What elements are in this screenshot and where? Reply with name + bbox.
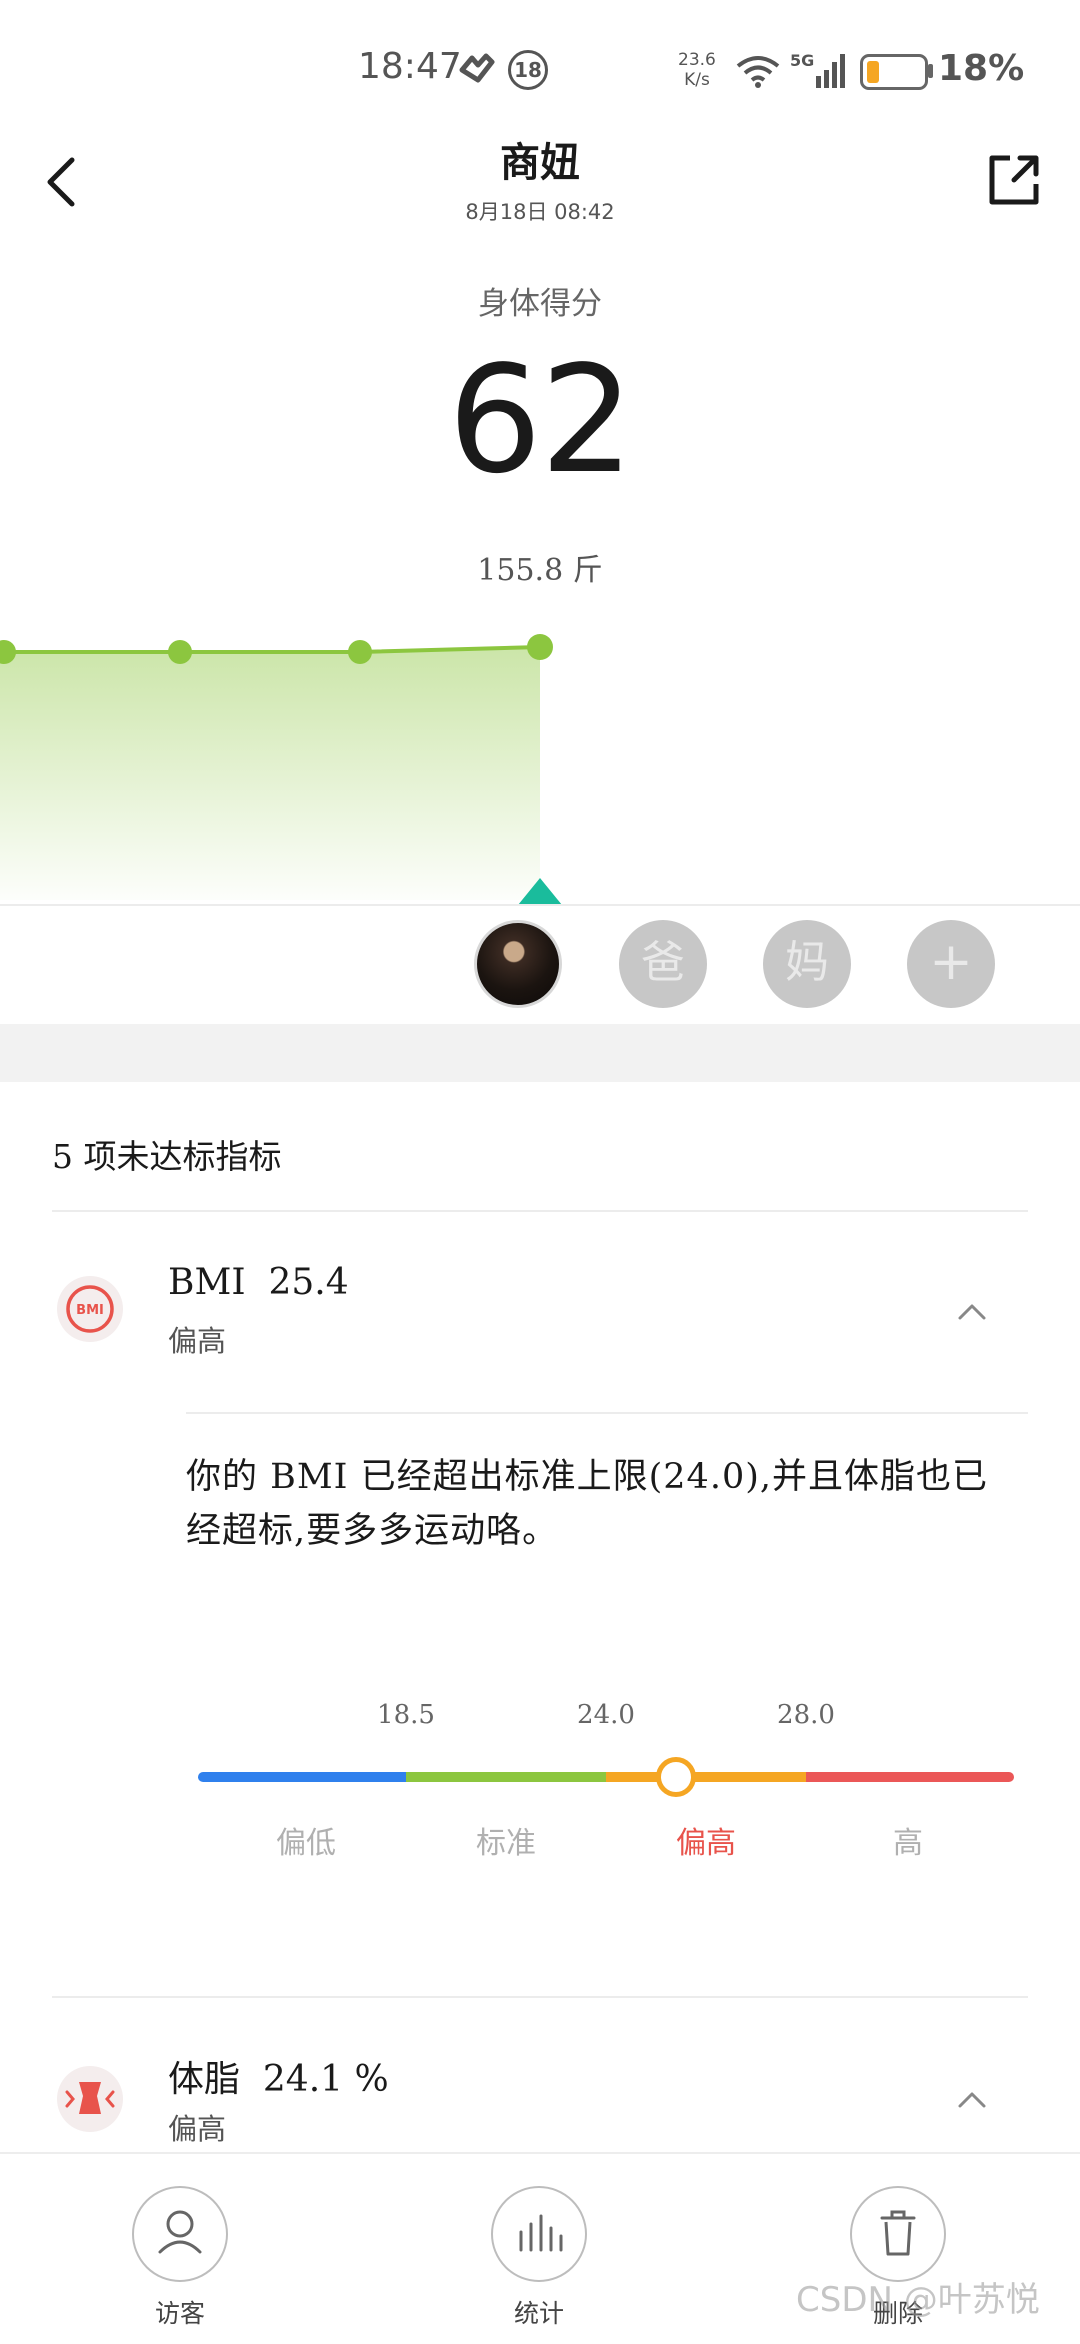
battery-icon — [860, 54, 928, 90]
person-icon — [158, 2210, 202, 2254]
wifi-icon — [736, 56, 780, 88]
chart-line — [0, 645, 541, 654]
metric-label: BMI — [168, 1262, 246, 1303]
network-speed: 23.6 K/s — [678, 50, 716, 90]
user-mom-button[interactable]: 妈 — [763, 920, 851, 1008]
collapse-bmi-button[interactable] — [952, 1300, 992, 1324]
bar-chart-icon — [519, 2214, 563, 2252]
trash-icon — [880, 2210, 916, 2256]
scale-segment-normal — [406, 1772, 608, 1782]
chart-point — [168, 640, 192, 664]
scale-tick: 18.5 — [377, 1700, 435, 1730]
chart-point-selected — [527, 634, 553, 660]
stats-label: 统计 — [513, 2299, 564, 2328]
scale-tick: 24.0 — [577, 1700, 635, 1730]
weight-trend-chart[interactable] — [0, 600, 1080, 910]
scale-segment-high — [606, 1772, 808, 1782]
page-title: 商妞 — [500, 139, 580, 186]
measurement-datetime: 8月18日 08:42 — [465, 200, 615, 224]
visitor-button[interactable] — [132, 2186, 228, 2282]
chart-point — [348, 640, 372, 664]
metric-divider — [52, 1996, 1028, 1998]
avatar[interactable] — [474, 920, 562, 1008]
battery-level-fill — [867, 61, 879, 83]
watermark: CSDN @叶苏悦 — [796, 2280, 1040, 2320]
battery-cap — [928, 64, 933, 78]
signal-icon: 5G — [790, 51, 845, 88]
metric-label: 体脂 — [168, 2059, 241, 2100]
bmi-value-marker — [656, 1757, 696, 1797]
bmi-icon-label: BMI — [76, 1303, 104, 1318]
collapse-body-fat-button[interactable] — [952, 2088, 992, 2112]
bmi-advice-text: 你的 BMI 已经超出标准上限(24.0),并且体脂也已经超标,要多多运动咯。 — [186, 1457, 989, 1551]
metric-status-body-fat: 偏高 — [168, 2112, 227, 2146]
metric-value: 24.1 % — [262, 2059, 389, 2100]
scale-label-normal: 标准 — [476, 1826, 536, 1861]
metric-name-body-fat: 体脂 24.1 % — [168, 2050, 389, 2102]
scale-label-very-high: 高 — [893, 1826, 923, 1861]
section-separator — [0, 1024, 1080, 1082]
metric-value: 25.4 — [268, 1262, 349, 1303]
user-dad-button[interactable]: 爸 — [619, 920, 707, 1008]
metric-divider — [186, 1412, 1028, 1414]
chart-area-fill — [0, 647, 540, 900]
network-speed-value: 23.6 — [678, 50, 716, 70]
health-app-icon — [459, 53, 495, 83]
stats-button[interactable] — [491, 2186, 587, 2282]
chart-divider — [0, 904, 1080, 906]
body-score-label: 身体得分 — [478, 286, 602, 322]
share-button[interactable] — [982, 148, 1046, 212]
status-time: 18:47 — [358, 46, 462, 87]
body-fat-icon — [57, 2066, 123, 2132]
network-speed-unit: K/s — [684, 70, 710, 90]
back-button[interactable] — [34, 150, 94, 214]
battery-percent: 18% — [938, 48, 1025, 89]
weight-value: 155.8 斤 — [477, 553, 603, 588]
body-score-value: 62 — [447, 334, 634, 506]
visitor-label: 访客 — [154, 2299, 205, 2328]
delete-button[interactable] — [850, 2186, 946, 2282]
scale-segment-very-high — [806, 1772, 1014, 1782]
metric-name-bmi: BMI 25.4 — [168, 1262, 349, 1303]
notification-count-badge: 18 — [508, 50, 548, 90]
section-divider — [52, 1210, 1028, 1212]
bmi-icon: BMI — [57, 1276, 123, 1342]
scale-tick: 28.0 — [777, 1700, 835, 1730]
metric-status-bmi: 偏高 — [168, 1324, 227, 1358]
scale-label-low: 偏低 — [276, 1826, 336, 1861]
section-title: 5 项未达标指标 — [52, 1137, 282, 1176]
scale-segment-low — [198, 1772, 408, 1782]
scale-label-high: 偏高 — [676, 1826, 736, 1861]
add-user-button[interactable]: + — [907, 920, 995, 1008]
network-type-label: 5G — [790, 51, 814, 70]
